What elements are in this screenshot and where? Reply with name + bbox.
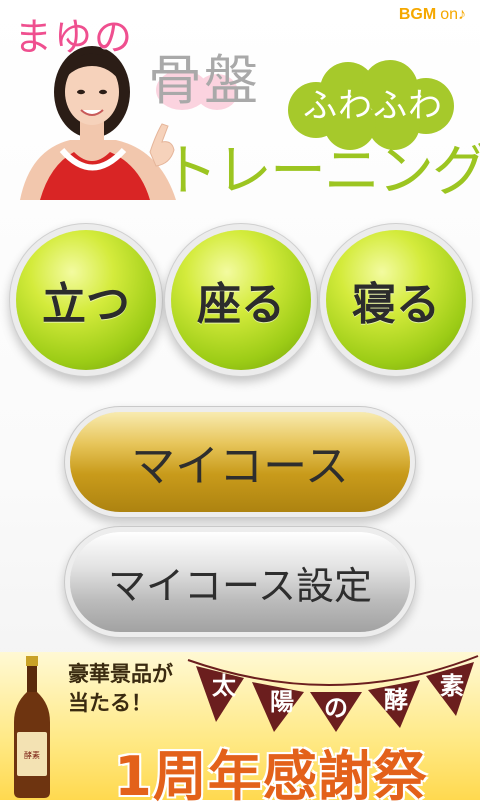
my-course-settings-button[interactable]: マイコース設定 — [70, 532, 410, 632]
title-mayu: まゆの — [14, 15, 135, 59]
enzyme-bottle-image: 酵素 — [14, 656, 50, 798]
ad-flag-char: 陽 — [270, 687, 294, 716]
title-fuwafuwa: ふわふわ — [303, 86, 443, 126]
ad-banner[interactable]: 酵素 豪華景品が 当たる！ 太 陽 の 酵 素 1周年感謝祭 — [0, 652, 480, 808]
my-course-settings-button-label: マイコース設定 — [107, 563, 373, 608]
lie-button-label: 寝る — [352, 279, 440, 330]
ad-flag-char: の — [324, 693, 348, 722]
svg-text:酵素: 酵素 — [24, 750, 40, 760]
stand-button[interactable]: 立つ — [16, 230, 156, 370]
sit-button[interactable]: 座る — [171, 230, 311, 370]
ad-prize-text: 豪華景品が 当たる！ — [68, 662, 173, 715]
stand-button-label: 立つ — [42, 279, 130, 330]
ad-headline: 1周年感謝祭 — [114, 745, 428, 808]
my-course-button-label: マイコース — [131, 441, 349, 492]
bgm-toggle[interactable]: BGM on♪ — [399, 6, 466, 24]
my-course-button[interactable]: マイコース — [70, 412, 410, 512]
sit-button-label: 座る — [197, 279, 285, 330]
bgm-state: on♪ — [440, 6, 466, 23]
ad-flag-char: 酵 — [384, 685, 408, 714]
title-training: トレーニング — [162, 139, 480, 204]
lie-button[interactable]: 寝る — [326, 230, 466, 370]
app-header: まゆの 骨盤 ふわふわ トレーニング BGM on♪ — [0, 0, 480, 204]
title-kotsuban: 骨盤 — [148, 49, 260, 112]
bgm-label: BGM — [398, 6, 437, 23]
ad-flag-char: 素 — [440, 671, 464, 700]
ad-flag-char: 太 — [212, 671, 236, 700]
